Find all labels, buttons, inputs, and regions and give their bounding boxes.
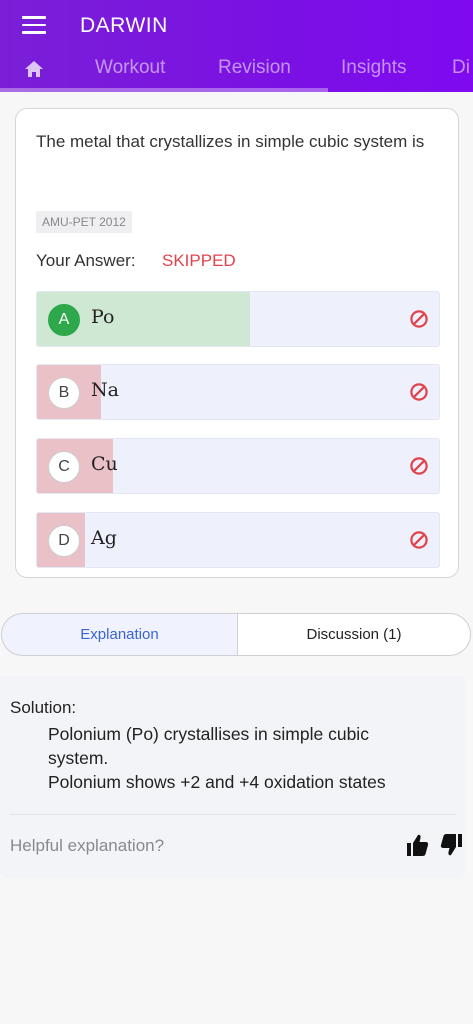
tab-insights[interactable]: Insights (341, 57, 406, 79)
home-icon[interactable] (24, 60, 44, 78)
option-c[interactable]: C Cu (36, 438, 440, 494)
option-a-text: Po (91, 306, 115, 328)
no-entry-icon (410, 531, 428, 549)
solution-line-2: system. (48, 748, 109, 768)
solution-line-3: Polonium shows +2 and +4 oxidation state… (48, 772, 386, 792)
option-c-text: Cu (91, 453, 118, 475)
option-d-letter: D (48, 525, 80, 557)
option-c-letter: C (48, 451, 80, 483)
thumbs-down-icon[interactable] (440, 832, 464, 858)
tab-bar: Workout Revision Insights Di (0, 52, 473, 88)
tab-discussion[interactable]: Discussion (1) (237, 613, 471, 656)
option-d[interactable]: D Ag (36, 512, 440, 568)
app-bar: DARWIN Workout Revision Insights Di (0, 0, 473, 92)
option-a-letter: A (48, 304, 80, 336)
option-d-text: Ag (91, 527, 117, 549)
tab-explanation[interactable]: Explanation (1, 613, 238, 656)
question-text: The metal that crystallizes in simple cu… (36, 132, 425, 151)
tab-revision[interactable]: Revision (218, 57, 291, 79)
solution-title: Solution: (10, 698, 77, 717)
no-entry-icon (410, 383, 428, 401)
question-card: The metal that crystallizes in simple cu… (15, 108, 459, 578)
solution-panel: Solution: Polonium (Po) crystallises in … (0, 676, 465, 878)
option-b-letter: B (48, 377, 80, 409)
your-answer-label: Your Answer: (36, 251, 136, 270)
no-entry-icon (410, 457, 428, 475)
no-entry-icon (410, 310, 428, 328)
thumbs-up-icon[interactable] (405, 832, 429, 858)
option-b[interactable]: B Na (36, 364, 440, 420)
tab-workout[interactable]: Workout (95, 57, 165, 79)
tab-discussion-partial[interactable]: Di (452, 57, 470, 79)
option-a[interactable]: A Po (36, 291, 440, 347)
exam-tag: AMU-PET 2012 (36, 211, 132, 233)
app-title: DARWIN (80, 14, 168, 37)
divider (10, 814, 456, 815)
tab-indicator (0, 88, 328, 92)
menu-icon[interactable] (22, 16, 46, 36)
solution-line-1: Polonium (Po) crystallises in simple cub… (48, 724, 369, 744)
option-b-text: Na (91, 379, 119, 401)
your-answer-status: SKIPPED (162, 251, 236, 270)
helpful-prompt: Helpful explanation? (10, 836, 165, 855)
